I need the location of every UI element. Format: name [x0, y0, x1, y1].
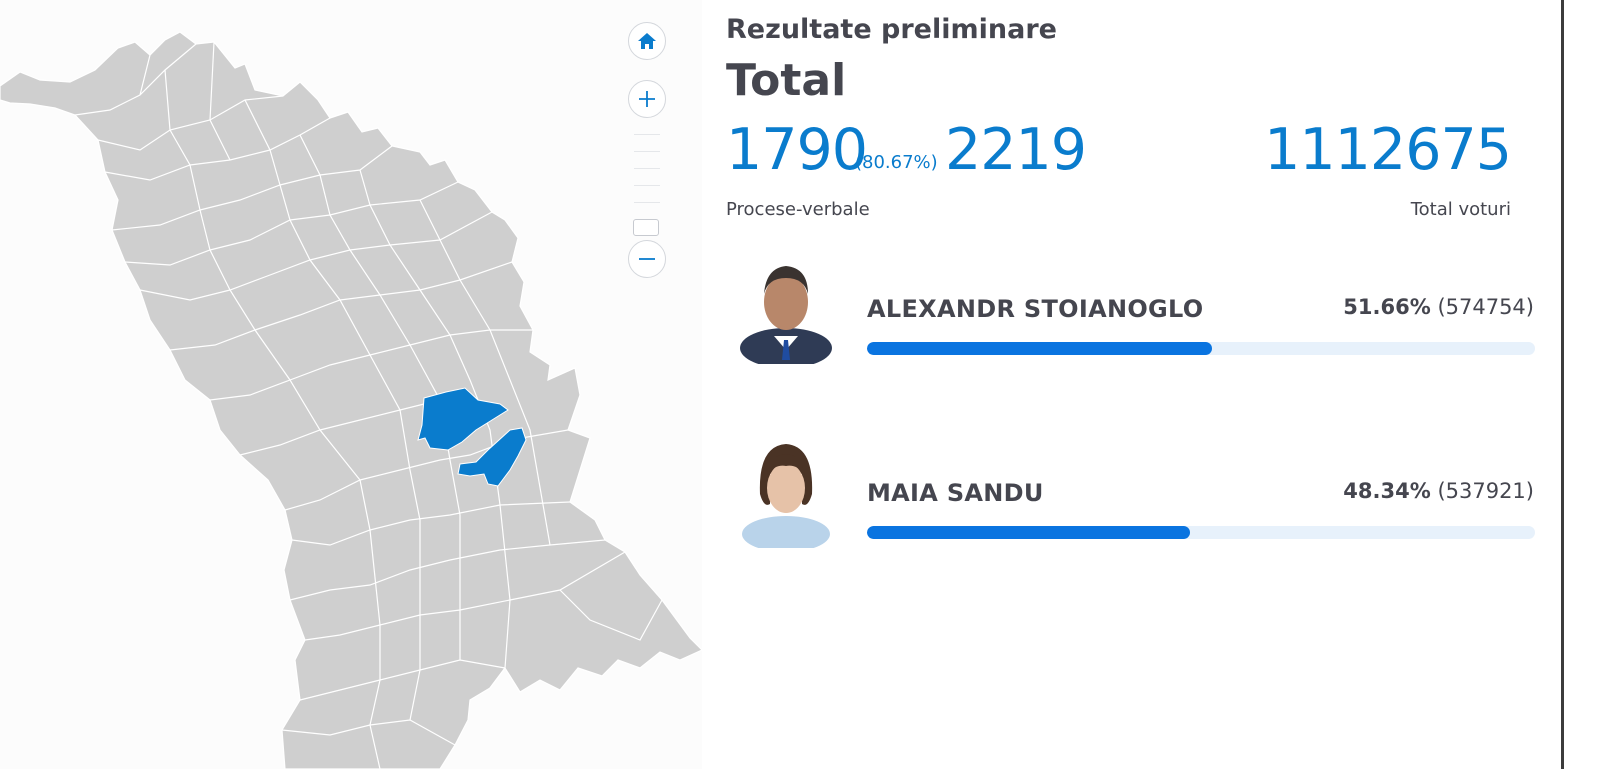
plus-icon	[639, 91, 655, 107]
home-icon	[638, 33, 656, 49]
candidate-photo-stoianoglo	[740, 266, 832, 364]
candidate-bar-track	[867, 526, 1535, 539]
map-zoom-in-button[interactable]	[628, 80, 666, 118]
candidate-row: MAIA SANDU 48.34% (537921)	[726, 434, 1546, 554]
moldova-district-map[interactable]	[0, 0, 702, 769]
map-panel[interactable]	[0, 0, 702, 769]
candidate-votes: (574754)	[1437, 295, 1534, 319]
candidate-stats: 51.66% (574754)	[1343, 295, 1534, 319]
zoom-level-tick[interactable]	[634, 134, 660, 135]
candidate-votes: (537921)	[1437, 479, 1534, 503]
zoom-level-tick[interactable]	[634, 185, 660, 186]
country-outline	[0, 31, 702, 769]
zoom-level-tick[interactable]	[634, 202, 660, 203]
candidate-bar-track	[867, 342, 1535, 355]
reports-total-value: 2219	[945, 117, 1087, 183]
candidate-photo-sandu	[742, 444, 830, 548]
candidate-name: MAIA SANDU	[867, 479, 1044, 507]
total-votes-value: 1112675	[1264, 117, 1512, 183]
map-home-button[interactable]	[628, 22, 666, 60]
zoom-level-tick[interactable]	[634, 168, 660, 169]
zoom-slider-handle[interactable]	[633, 219, 659, 236]
results-panel: Rezultate preliminare Total 1790 (80.67%…	[726, 0, 1586, 769]
map-zoom-out-button[interactable]	[628, 240, 666, 278]
reports-counted-value: 1790	[726, 117, 868, 183]
candidate-percent: 48.34%	[1343, 479, 1431, 503]
candidate-percent: 51.66%	[1343, 295, 1431, 319]
minus-icon	[639, 258, 655, 260]
reports-label: Procese-verbale	[726, 199, 870, 220]
candidate-name: ALEXANDR STOIANOGLO	[867, 295, 1204, 323]
results-subtitle: Rezultate preliminare	[726, 14, 1057, 45]
candidate-stats: 48.34% (537921)	[1343, 479, 1534, 503]
results-title: Total	[726, 55, 847, 106]
candidate-bar-fill	[867, 342, 1213, 355]
reports-percent-value: (80.67%)	[855, 152, 938, 173]
candidate-row: ALEXANDR STOIANOGLO 51.66% (574754)	[726, 250, 1546, 370]
total-votes-label: Total voturi	[1410, 199, 1511, 220]
zoom-level-tick[interactable]	[634, 151, 660, 152]
scrollbar-edge[interactable]	[1561, 0, 1564, 769]
candidate-bar-fill	[867, 526, 1190, 539]
